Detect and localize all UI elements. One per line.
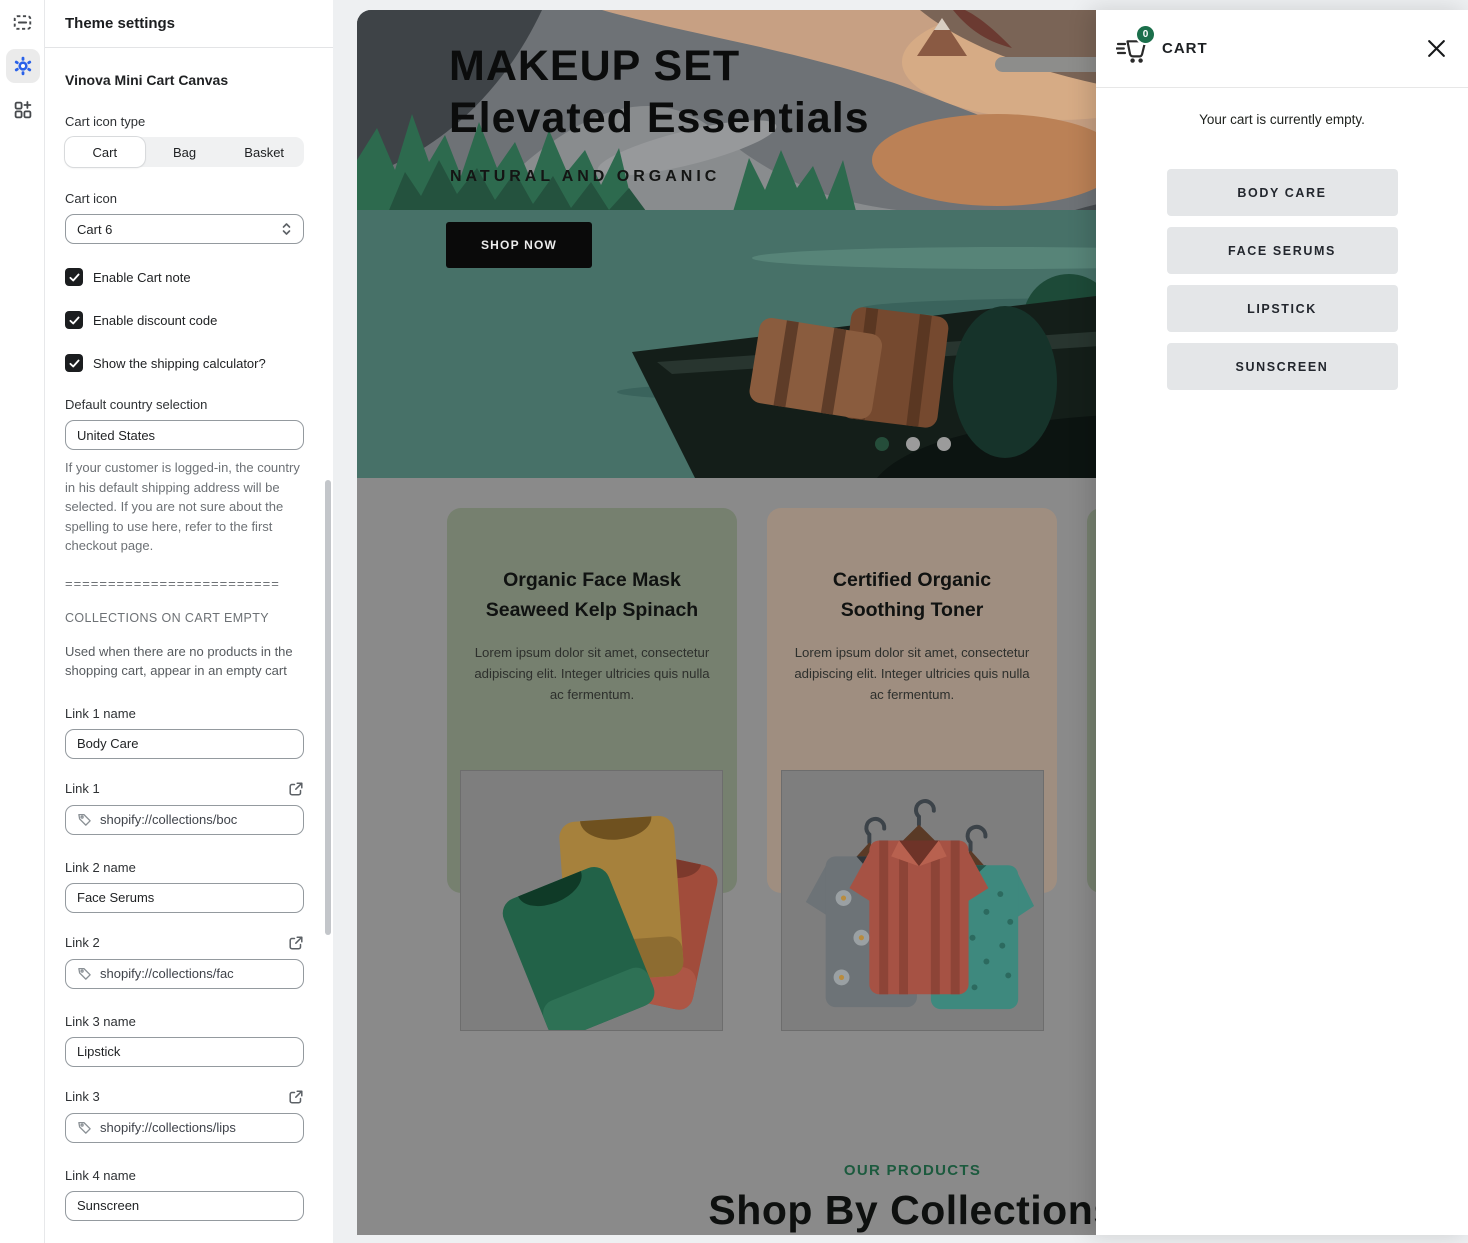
- link1-url-value: shopify://collections/boc: [100, 812, 237, 827]
- country-help-text: If your customer is logged-in, the count…: [65, 458, 304, 556]
- checkbox-label: Enable discount code: [93, 313, 217, 328]
- mini-cart-drawer: 0 CART Your cart is currently empty. BOD…: [1096, 10, 1468, 1235]
- checkbox-row-discount-code[interactable]: Enable discount code: [65, 311, 304, 329]
- hero-title-line1: MAKEUP SET: [449, 40, 870, 92]
- link3-name-input[interactable]: [65, 1037, 304, 1067]
- segment-bag[interactable]: Bag: [145, 137, 225, 167]
- tag-icon: [77, 1120, 92, 1135]
- external-link-icon[interactable]: [288, 1089, 304, 1105]
- cart-icon-type-segmented: Cart Bag Basket: [65, 137, 304, 167]
- collection-button-sunscreen[interactable]: SUNSCREEN: [1167, 343, 1398, 390]
- tag-icon: [77, 812, 92, 827]
- card-description: Lorem ipsum dolor sit amet, consectetur …: [794, 642, 1030, 705]
- collections-empty-description: Used when there are no products in the s…: [65, 642, 304, 681]
- settings-section-title: Vinova Mini Cart Canvas: [65, 72, 304, 88]
- hero-subtitle: NATURAL AND ORGANIC: [450, 168, 720, 186]
- card-description: Lorem ipsum dolor sit amet, consectetur …: [474, 642, 710, 705]
- hero-title-line2: Elevated Essentials: [449, 92, 870, 144]
- cart-icon-label: Cart icon: [65, 191, 304, 206]
- card-title: Certified Organic Soothing Toner: [767, 566, 1057, 625]
- checkbox-label: Enable Cart note: [93, 270, 191, 285]
- link1-name-input[interactable]: [65, 729, 304, 759]
- hero-title: MAKEUP SET Elevated Essentials: [449, 40, 870, 144]
- gear-icon: [6, 49, 40, 83]
- country-label: Default country selection: [65, 397, 304, 412]
- cart-icon: 0: [1116, 32, 1152, 66]
- link4-name-label: Link 4 name: [65, 1168, 304, 1183]
- sidebar-item-apps[interactable]: [0, 88, 45, 132]
- cart-icon-type-label: Cart icon type: [65, 114, 304, 129]
- external-link-icon[interactable]: [288, 781, 304, 797]
- slide-dot-2[interactable]: [906, 437, 920, 451]
- collections-empty-heading: COLLECTIONS ON CART EMPTY: [65, 611, 304, 625]
- checkbox-label: Show the shipping calculator?: [93, 356, 266, 371]
- panel-scrollbar[interactable]: [325, 480, 331, 935]
- link3-url-value: shopify://collections/lips: [100, 1120, 236, 1135]
- divider-text: =========================: [65, 576, 304, 591]
- link2-url-input[interactable]: shopify://collections/fac: [65, 959, 304, 989]
- country-input[interactable]: [65, 420, 304, 450]
- shop-now-button[interactable]: SHOP NOW: [446, 222, 592, 268]
- close-icon[interactable]: [1424, 37, 1448, 61]
- chevron-up-down-icon: [280, 221, 293, 237]
- link3-url-input[interactable]: shopify://collections/lips: [65, 1113, 304, 1143]
- segment-cart[interactable]: Cart: [65, 137, 145, 167]
- link3-name-label: Link 3 name: [65, 1014, 304, 1029]
- slide-dot-3[interactable]: [937, 437, 951, 451]
- collection-button-face-serums[interactable]: FACE SERUMS: [1167, 227, 1398, 274]
- cart-icon-select-value: Cart 6: [77, 222, 280, 237]
- link1-name-label: Link 1 name: [65, 706, 304, 721]
- checkbox-checked-icon: [65, 268, 83, 286]
- card-image-hanging-shirts: [781, 770, 1044, 1031]
- external-link-icon[interactable]: [288, 935, 304, 951]
- cart-drawer-title: CART: [1162, 40, 1208, 57]
- checkbox-row-cart-note[interactable]: Enable Cart note: [65, 268, 304, 286]
- card-title: Organic Face Mask Seaweed Kelp Spinach: [447, 566, 737, 625]
- sidebar-item-theme-settings[interactable]: [0, 44, 45, 88]
- checkbox-row-shipping-calculator[interactable]: Show the shipping calculator?: [65, 354, 304, 372]
- apps-icon: [6, 93, 40, 127]
- checkbox-checked-icon: [65, 354, 83, 372]
- collection-button-body-care[interactable]: BODY CARE: [1167, 169, 1398, 216]
- cart-drawer-header: 0 CART: [1096, 10, 1468, 88]
- link2-url-value: shopify://collections/fac: [100, 966, 234, 981]
- link1-url-input[interactable]: shopify://collections/boc: [65, 805, 304, 835]
- link4-name-input[interactable]: [65, 1191, 304, 1221]
- cart-icon-select[interactable]: Cart 6: [65, 214, 304, 244]
- theme-settings-panel: Theme settings Vinova Mini Cart Canvas C…: [45, 0, 333, 1243]
- link2-name-input[interactable]: [65, 883, 304, 913]
- empty-cart-collections: BODY CARE FACE SERUMS LIPSTICK SUNSCREEN: [1167, 169, 1398, 390]
- sidebar-item-sections[interactable]: [0, 0, 45, 44]
- cart-count-badge: 0: [1135, 24, 1156, 45]
- card-image-folded-shirts: [460, 770, 723, 1031]
- collection-button-lipstick[interactable]: LIPSTICK: [1167, 285, 1398, 332]
- link2-label: Link 2: [65, 935, 100, 950]
- checkbox-checked-icon: [65, 311, 83, 329]
- link3-label: Link 3: [65, 1089, 100, 1104]
- slide-dot-1[interactable]: [875, 437, 889, 451]
- panel-title: Theme settings: [45, 0, 333, 48]
- link1-label: Link 1: [65, 781, 100, 796]
- cart-empty-message: Your cart is currently empty.: [1096, 112, 1468, 127]
- segment-basket[interactable]: Basket: [224, 137, 304, 167]
- editor-icon-rail: [0, 0, 45, 1243]
- link2-name-label: Link 2 name: [65, 860, 304, 875]
- sections-icon: [6, 5, 40, 39]
- slideshow-dots: [875, 437, 951, 451]
- tag-icon: [77, 966, 92, 981]
